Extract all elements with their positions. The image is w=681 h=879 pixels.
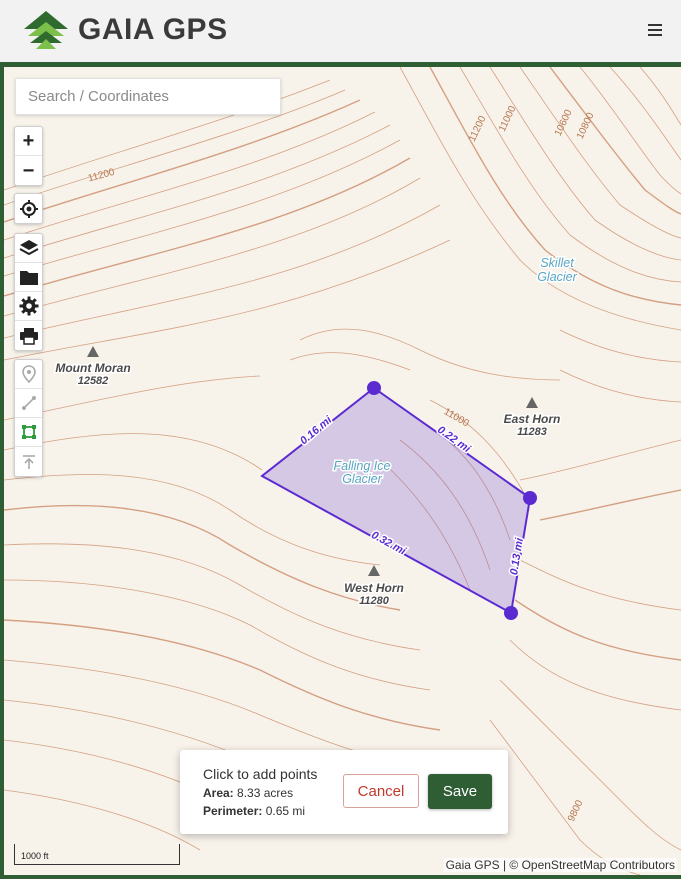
perimeter-value: 0.65 mi	[265, 804, 306, 818]
settings-icon	[19, 296, 38, 316]
settings-button[interactable]	[15, 292, 42, 321]
gaia-logo[interactable]: GAIA GPS	[22, 8, 228, 52]
layers-button[interactable]	[15, 234, 42, 263]
area-label: Area:	[203, 786, 234, 800]
map-attribution[interactable]: Gaia GPS | © OpenStreetMap Contributors	[443, 858, 677, 872]
logo-text: GAIA GPS	[78, 13, 228, 46]
contour-label: 10800	[575, 111, 597, 141]
app-header: GAIA GPS	[0, 0, 681, 62]
area-icon	[21, 425, 36, 439]
glacier-label: Falling Ice	[334, 459, 391, 473]
saved-items-button[interactable]	[15, 263, 42, 292]
peak-icon	[87, 346, 99, 357]
draw-instruction: Click to add points	[203, 766, 318, 782]
polygon-vertex[interactable]	[367, 381, 381, 395]
polygon-vertex[interactable]	[523, 491, 537, 505]
contour-label: 10600	[553, 108, 575, 138]
draw-route-button[interactable]	[15, 389, 42, 418]
waypoint-icon	[21, 365, 36, 383]
draw-area-panel: Click to add points Area: 8.33 acres Per…	[180, 750, 508, 834]
gaia-mountain-icon	[24, 11, 68, 49]
perimeter-label: Perimeter:	[203, 804, 263, 818]
glacier-label: Skillet	[540, 256, 574, 270]
contour-label: 11200	[467, 114, 489, 144]
draw-tools	[14, 359, 43, 477]
scale-label: 1000 ft	[21, 851, 49, 861]
polygon-vertex[interactable]	[504, 606, 518, 620]
hamburger-menu-icon[interactable]	[643, 18, 667, 42]
map-scale-bar: 1000 ft	[14, 844, 180, 865]
locate-button[interactable]	[15, 194, 42, 223]
save-button[interactable]: Save	[428, 774, 492, 809]
peak-icon	[526, 397, 538, 408]
contour-label: 9800	[566, 798, 586, 823]
contour-label: 11000	[497, 104, 519, 134]
peak-elevation: 11283	[517, 426, 547, 438]
peak-name: Mount Moran	[55, 361, 130, 375]
draw-area-button[interactable]	[15, 418, 42, 447]
map-tools	[14, 233, 43, 351]
peak-name: West Horn	[344, 581, 404, 595]
perimeter-stat: Perimeter: 0.65 mi	[203, 804, 305, 818]
locate-control	[14, 193, 43, 224]
peak-elevation: 12582	[78, 375, 109, 387]
cancel-button[interactable]: Cancel	[343, 774, 419, 808]
add-waypoint-button[interactable]	[15, 360, 42, 389]
layers-icon	[19, 240, 38, 256]
plus-icon: +	[22, 130, 35, 152]
contour-label: 11200	[87, 167, 116, 185]
print-button[interactable]	[15, 321, 42, 350]
folder-icon	[19, 270, 38, 285]
glacier-label: Glacier	[537, 270, 577, 284]
track-icon	[22, 454, 35, 469]
minus-icon: −	[22, 159, 35, 182]
zoom-controls: + −	[14, 126, 43, 186]
search-input[interactable]	[15, 78, 281, 115]
glacier-label: Glacier	[342, 472, 382, 486]
zoom-out-button[interactable]: −	[15, 156, 42, 185]
peak-icon	[368, 565, 380, 576]
peak-elevation: 11280	[359, 595, 390, 607]
import-track-button[interactable]	[15, 447, 42, 476]
print-icon	[19, 327, 38, 345]
zoom-in-button[interactable]: +	[15, 127, 42, 156]
area-value: 8.33 acres	[237, 786, 294, 800]
area-stat: Area: 8.33 acres	[203, 786, 293, 800]
locate-icon	[19, 199, 38, 218]
route-icon	[21, 396, 36, 410]
peak-name: East Horn	[504, 412, 561, 426]
